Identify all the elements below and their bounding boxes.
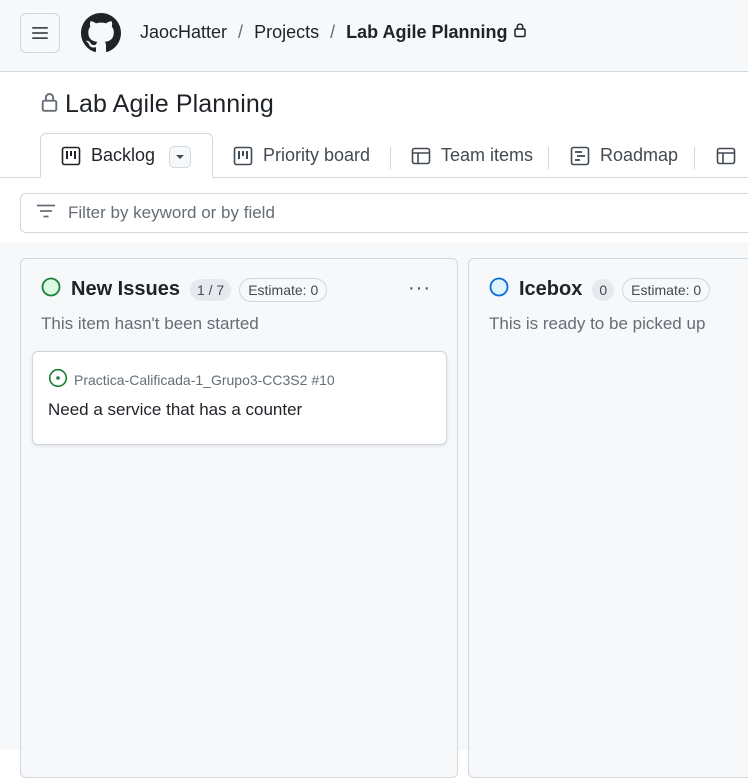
triangle-down-icon	[176, 155, 184, 159]
hamburger-menu-button[interactable]	[20, 13, 60, 53]
hamburger-icon	[32, 27, 48, 39]
issue-card[interactable]: Practica-Calificada-1_Grupo3-CC3S2 #10 N…	[32, 351, 447, 445]
column-description: This item hasn't been started	[41, 314, 259, 333]
tab-label: Priority board	[263, 145, 371, 165]
table-icon	[716, 146, 736, 166]
card-repo-line: Practica-Calificada-1_Grupo3-CC3S2 #10	[48, 368, 335, 391]
private-lock-icon	[40, 91, 59, 118]
lock-icon	[513, 22, 527, 43]
breadcrumb-separator: /	[238, 22, 244, 42]
view-options-button[interactable]	[169, 146, 191, 168]
tab-label: Backlog	[91, 145, 156, 165]
column-header: Icebox 0 Estimate: 0	[489, 277, 711, 302]
tab-divider	[390, 147, 391, 169]
card-repo-link[interactable]: Practica-Calificada-1_Grupo3-CC3S2 #10	[74, 372, 335, 388]
tab-label: Roadmap	[600, 145, 679, 165]
board-icon	[233, 146, 253, 166]
item-count-badge: 1 / 7	[189, 278, 232, 301]
column-header: New Issues 1 / 7 Estimate: 0	[41, 277, 328, 302]
board-icon	[61, 146, 81, 166]
column-menu-button[interactable]: ···	[408, 277, 431, 300]
filter-input[interactable]: Filter by keyword or by field	[20, 193, 748, 233]
card-title[interactable]: Need a service that has a counter	[48, 400, 302, 420]
project-header: Lab Agile Planning	[40, 90, 274, 119]
status-circle-icon	[489, 277, 509, 302]
breadcrumb-owner-link[interactable]: JaocHatter	[140, 22, 227, 43]
breadcrumb-projects-link[interactable]: Projects	[254, 22, 319, 43]
board-area: New Issues 1 / 7 Estimate: 0 ··· This it…	[0, 242, 748, 778]
column-icebox: Icebox 0 Estimate: 0 This is ready to be…	[468, 258, 748, 778]
top-header: JaocHatter / Projects / Lab Agile Planni…	[0, 0, 748, 72]
filter-placeholder: Filter by keyword or by field	[68, 203, 275, 222]
tab-team-items[interactable]: Team items	[411, 133, 533, 178]
tab-label: Team items	[441, 145, 534, 165]
github-logo-icon[interactable]	[81, 13, 121, 53]
breadcrumb-separator: /	[330, 22, 336, 42]
roadmap-icon	[570, 146, 590, 166]
estimate-badge: Estimate: 0	[239, 277, 328, 302]
column-name: Icebox	[519, 278, 583, 300]
tab-priority-board[interactable]: Priority board	[233, 133, 370, 178]
item-count-badge: 0	[592, 278, 615, 301]
column-name: New Issues	[71, 278, 180, 300]
tab-roadmap[interactable]: Roadmap	[570, 133, 678, 178]
column-new-issues: New Issues 1 / 7 Estimate: 0 ··· This it…	[20, 258, 458, 778]
tab-divider	[548, 147, 549, 169]
column-description: This is ready to be picked up	[489, 314, 706, 333]
table-icon	[411, 146, 431, 166]
filter-icon	[36, 204, 56, 223]
breadcrumb-project-link[interactable]: Lab Agile Planning	[346, 22, 507, 43]
tab-more-view[interactable]	[716, 133, 746, 178]
status-circle-icon	[41, 277, 61, 302]
breadcrumb: JaocHatter / Projects / Lab Agile Planni…	[140, 22, 527, 43]
estimate-badge: Estimate: 0	[622, 277, 711, 302]
page-title: Lab Agile Planning	[65, 90, 274, 118]
tab-backlog[interactable]: Backlog	[40, 133, 213, 178]
tab-divider	[694, 147, 695, 169]
issue-opened-icon	[48, 368, 68, 391]
